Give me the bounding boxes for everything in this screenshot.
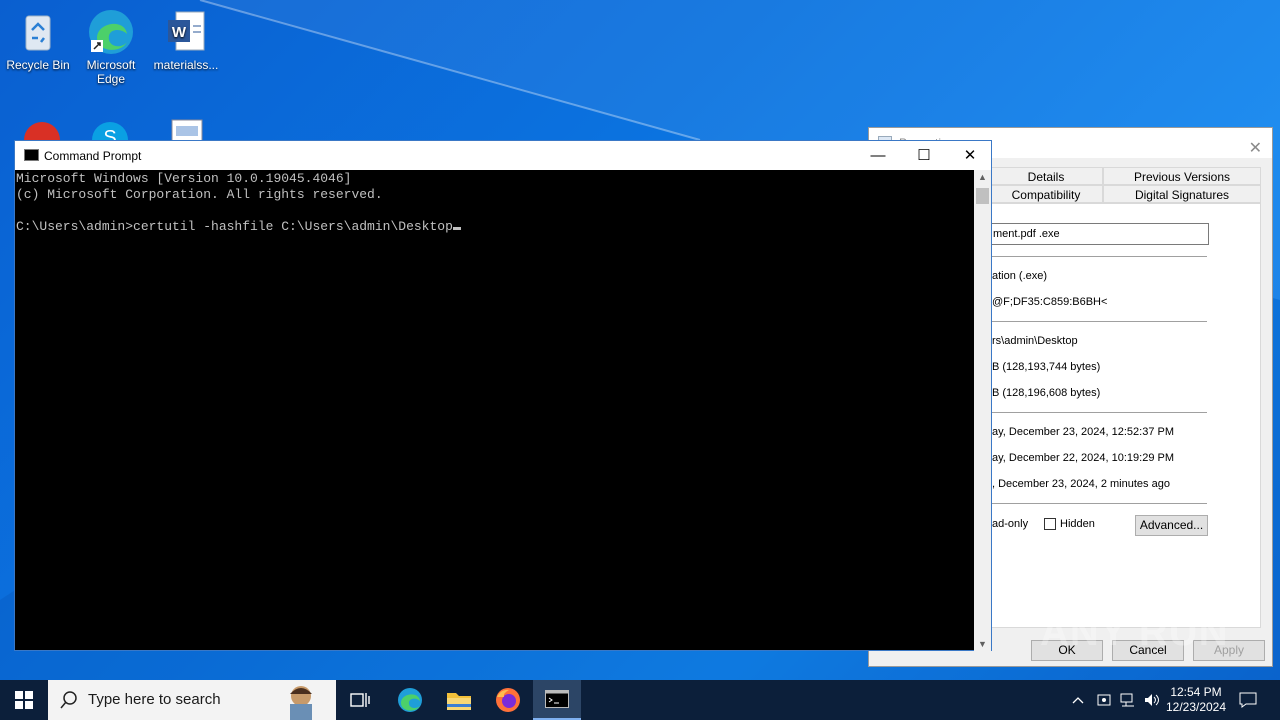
network-icon[interactable]	[1117, 680, 1139, 720]
size-on-disk-value: B (128,196,608 bytes)	[992, 387, 1101, 399]
readonly-label[interactable]: ad-only	[992, 518, 1028, 530]
search-icon	[60, 691, 77, 709]
created-value: ay, December 23, 2024, 12:52:37 PM	[992, 426, 1175, 438]
desktop-icon-word-doc[interactable]: W materialss...	[148, 8, 224, 72]
type-value: ation (.exe)	[992, 270, 1048, 282]
close-icon[interactable]: ✕	[947, 141, 993, 170]
console-line: (c) Microsoft Corporation. All rights re…	[16, 187, 383, 202]
command-prompt-window[interactable]: Command Prompt — ☐ ✕ Microsoft Windows […	[14, 140, 992, 651]
separator	[989, 321, 1207, 322]
separator	[989, 256, 1207, 257]
chrome-icon[interactable]	[22, 118, 62, 140]
document-icon[interactable]	[170, 118, 206, 140]
separator	[989, 412, 1207, 413]
search-box[interactable]: Type here to search	[48, 680, 336, 720]
cmd-icon	[545, 690, 569, 708]
skype-icon[interactable]: S	[90, 118, 130, 140]
notifications-icon[interactable]	[1234, 680, 1262, 720]
console-line: Microsoft Windows [Version 10.0.19045.40…	[16, 171, 352, 186]
scroll-thumb[interactable]	[976, 188, 989, 204]
close-icon[interactable]: ✕	[1249, 134, 1262, 164]
hidden-label: Hidden	[1060, 518, 1095, 530]
properties-panel	[987, 203, 1261, 628]
search-placeholder: Type here to search	[88, 691, 221, 708]
task-view-icon	[350, 693, 370, 707]
volume-icon[interactable]	[1141, 680, 1163, 720]
separator	[989, 503, 1207, 504]
cmd-title: Command Prompt	[44, 149, 142, 163]
recycle-bin-label: Recycle Bin	[6, 58, 70, 72]
firefox-icon	[496, 688, 520, 712]
tab-compatibility[interactable]: Compatibility	[989, 185, 1103, 203]
console-output[interactable]: Microsoft Windows [Version 10.0.19045.40…	[16, 171, 975, 651]
location-value: rs\admin\Desktop	[992, 335, 1078, 347]
taskbar-edge[interactable]	[386, 680, 434, 720]
scroll-up-icon[interactable]: ▲	[974, 172, 991, 182]
filename-field[interactable]: ment.pdf .exe	[989, 223, 1209, 245]
desktop-icon-edge[interactable]: Microsoft Edge	[73, 8, 149, 86]
clock-time: 12:54 PM	[1170, 685, 1222, 699]
svg-text:S: S	[103, 127, 116, 140]
clock[interactable]: 12:54 PM 12/23/2024	[1163, 680, 1229, 720]
tab-details[interactable]: Details	[989, 167, 1103, 185]
text-cursor	[452, 227, 461, 230]
start-button[interactable]	[0, 680, 48, 720]
edge-icon	[87, 8, 135, 56]
tab-digital-signatures[interactable]: Digital Signatures	[1103, 185, 1261, 203]
console-prompt: C:\Users\admin>certutil -hashfile C:\Use…	[16, 219, 453, 234]
opens-with-value: @F;DF35:C859:B6BH<	[992, 296, 1108, 308]
search-highlight-image	[290, 686, 312, 720]
console-prompt-line: C:\Users\admin>certutil -hashfile C:\Use…	[16, 219, 975, 235]
word-doc-label: materialss...	[153, 58, 219, 72]
desktop-icon-recycle-bin[interactable]: Recycle Bin	[0, 8, 76, 72]
taskbar-file-explorer[interactable]	[435, 680, 483, 720]
taskbar-command-prompt[interactable]	[533, 680, 581, 720]
scroll-down-icon[interactable]: ▼	[974, 639, 991, 649]
windows-icon	[15, 691, 33, 709]
security-icon[interactable]	[1093, 680, 1115, 720]
modified-value: ay, December 22, 2024, 10:19:29 PM	[992, 452, 1175, 464]
tray-chevron-icon[interactable]	[1068, 680, 1088, 720]
taskbar: Type here to search 12:54 PM 12/23/2024	[0, 680, 1280, 720]
cmd-titlebar[interactable]: Command Prompt — ☐ ✕	[15, 141, 991, 170]
advanced-button[interactable]: Advanced...	[1135, 515, 1208, 536]
clock-date: 12/23/2024	[1165, 700, 1227, 714]
maximize-icon[interactable]: ☐	[901, 141, 947, 170]
svg-text:W: W	[172, 24, 187, 41]
edge-icon	[398, 688, 422, 712]
minimize-icon[interactable]: —	[855, 141, 901, 170]
size-value: B (128,193,744 bytes)	[992, 361, 1101, 373]
recycle-bin-icon	[14, 8, 62, 56]
word-document-icon: W	[162, 8, 210, 56]
edge-label: Microsoft Edge	[86, 58, 136, 86]
task-view-button[interactable]	[336, 680, 384, 720]
hidden-checkbox[interactable]	[1044, 518, 1056, 530]
taskbar-firefox[interactable]	[484, 680, 532, 720]
folder-icon	[447, 693, 471, 710]
tab-previous-versions[interactable]: Previous Versions	[1103, 167, 1261, 185]
watermark: ANY RUN	[1040, 610, 1229, 654]
accessed-value: , December 23, 2024, 2 minutes ago	[992, 478, 1170, 490]
cmd-app-icon	[24, 149, 39, 161]
vertical-scrollbar[interactable]: ▲ ▼	[974, 170, 991, 651]
